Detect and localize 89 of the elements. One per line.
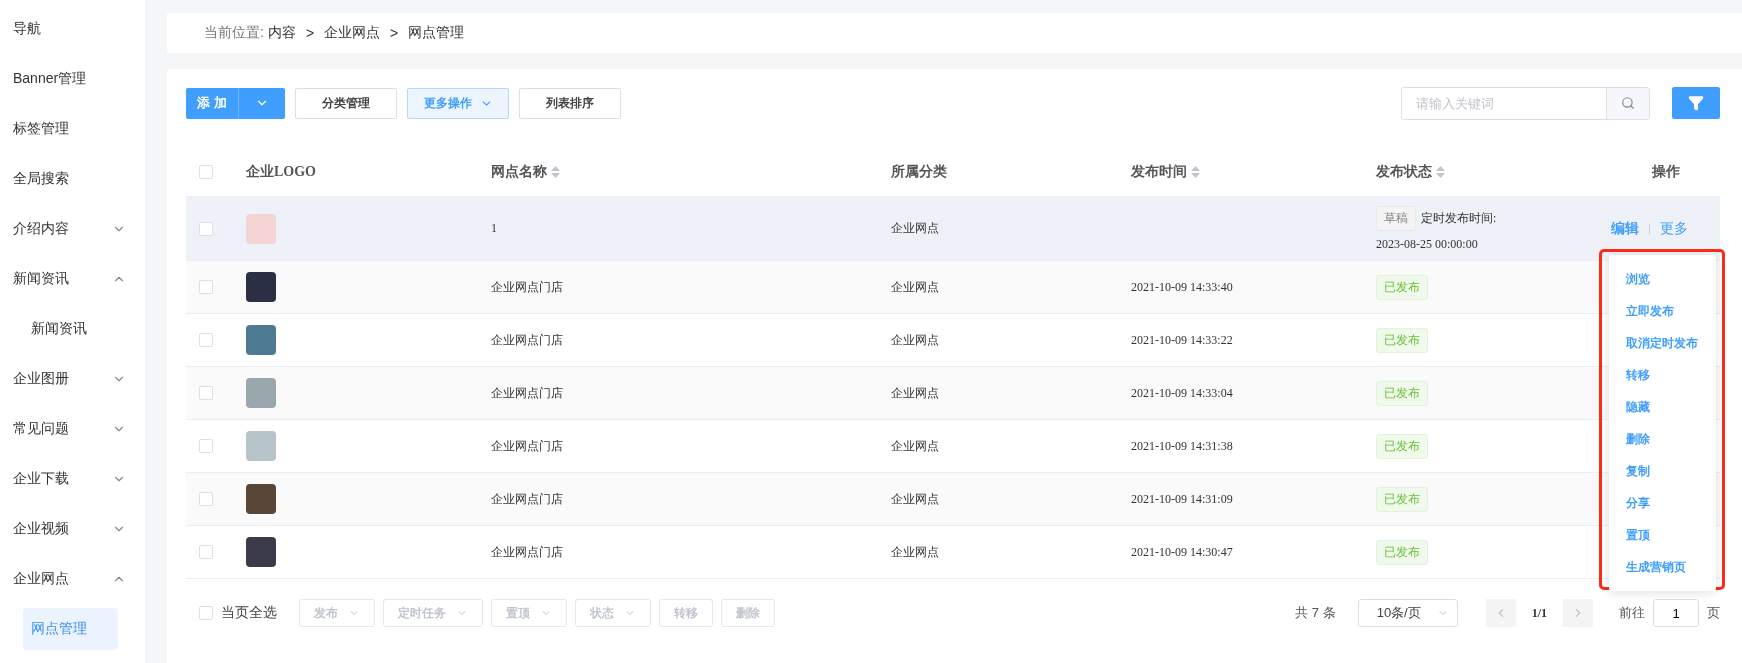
toolbar-button[interactable]: 列表排序 <box>519 87 621 119</box>
checkbox[interactable] <box>199 280 213 294</box>
column-header: 操作 <box>1650 162 1681 181</box>
photo-placeholder <box>246 378 276 408</box>
sidebar-item[interactable]: 导航 <box>0 4 146 54</box>
previous-page-button[interactable] <box>1485 599 1516 627</box>
table-cell: 2021-10-09 14:33:22 <box>1131 332 1233 348</box>
sidebar-item[interactable]: 新闻资讯 <box>0 254 146 304</box>
table-cell: 企业网点门店 <box>491 437 563 455</box>
page-input[interactable]: 1 <box>1653 599 1699 627</box>
table-cell: 企业网点 <box>891 331 939 349</box>
sidebar-item[interactable]: Banner管理 <box>0 54 146 104</box>
filter-icon <box>1688 95 1704 111</box>
status-tag: 草稿 <box>1376 205 1416 231</box>
sidebar-subitem[interactable]: 新闻资讯 <box>23 308 118 350</box>
toolbar-button[interactable]: 分类管理 <box>295 87 397 119</box>
sort-icon[interactable] <box>1191 165 1200 178</box>
column-header: 所属分类 <box>891 162 948 181</box>
page-unit-label: 页 <box>1707 604 1720 622</box>
status-tag: 已发布 <box>1376 433 1428 459</box>
checkbox[interactable] <box>199 545 213 559</box>
sidebar-item[interactable]: 企业下载 <box>0 454 146 504</box>
goto-label: 前往 <box>1619 604 1645 622</box>
photo-placeholder <box>246 484 276 514</box>
search-icon <box>1621 96 1635 110</box>
breadcrumb-item[interactable]: 企业网点 <box>324 24 381 42</box>
status-tag: 已发布 <box>1376 274 1428 300</box>
sidebar-item[interactable]: 企业网点 <box>0 554 146 604</box>
search-field[interactable]: 请输入关键词 <box>1401 86 1650 120</box>
table-cell: 企业网点门店 <box>491 384 563 402</box>
total-count: 共 7 条 <box>1295 604 1336 622</box>
sidebar-item[interactable]: 企业图册 <box>0 354 146 404</box>
sidebar-item[interactable]: 介绍内容 <box>0 204 146 254</box>
table-cell: 企业网点 <box>891 278 939 296</box>
status-tag: 已发布 <box>1376 486 1428 512</box>
table-cell: 企业网点 <box>891 543 939 561</box>
select-all-checkbox[interactable] <box>199 164 213 179</box>
column-header[interactable]: 网点名称 <box>491 162 891 181</box>
select-all-label: 当页全选 <box>221 604 277 622</box>
table-cell: 企业网点 <box>891 384 939 402</box>
status-tag: 已发布 <box>1376 539 1428 565</box>
sidebar-item[interactable]: 企业视频 <box>0 504 146 554</box>
checkbox[interactable] <box>199 492 213 506</box>
table-cell: 2021-10-09 14:31:09 <box>1131 491 1233 507</box>
table-cell: 企业网点门店 <box>491 278 563 296</box>
table-cell: 企业网点 <box>891 220 939 237</box>
sidebar-item[interactable]: 全局搜索 <box>0 154 146 204</box>
status-tag: 已发布 <box>1376 380 1428 406</box>
column-header[interactable]: 发布状态 <box>1376 162 1611 181</box>
checkbox[interactable] <box>199 333 213 347</box>
filter-button[interactable] <box>1672 87 1720 119</box>
table-cell: 企业网点门店 <box>491 331 563 349</box>
column-header[interactable]: 发布时间 <box>1131 162 1376 181</box>
sort-icon[interactable] <box>1436 165 1445 178</box>
table-cell: 企业网点门店 <box>491 543 563 561</box>
table-cell: 2021-10-09 14:30:47 <box>1131 544 1233 560</box>
table-cell: 企业网点 <box>891 490 939 508</box>
sidebar-item[interactable]: 常见问题 <box>0 404 146 454</box>
select-all-checkbox[interactable] <box>199 606 213 620</box>
breadcrumb-separator: > <box>305 25 315 41</box>
table-cell: 1 <box>491 221 497 236</box>
column-header: 企业LOGO <box>246 162 317 181</box>
next-page-button[interactable] <box>1563 599 1593 627</box>
page-size-select[interactable]: 10条/页 <box>1357 599 1458 627</box>
breadcrumb-item[interactable]: 内容 <box>267 24 296 42</box>
table-cell: 企业网点门店 <box>491 490 563 508</box>
sidebar-item[interactable]: 标签管理 <box>0 104 146 154</box>
table-cell: 企业网点 <box>891 437 939 455</box>
schedule-time: 2023-08-25 00:00:00 <box>1376 236 1479 252</box>
breadcrumb-separator: > <box>390 25 399 41</box>
sort-icon[interactable] <box>551 165 560 178</box>
add-dropdown-button[interactable] <box>239 87 285 119</box>
table-cell: 2021-10-09 14:33:40 <box>1131 279 1233 295</box>
photo-placeholder <box>246 272 276 302</box>
table-cell: 2021-10-09 14:33:04 <box>1131 385 1233 401</box>
schedule-label: 定时发布时间: <box>1421 209 1497 227</box>
checkbox[interactable] <box>199 439 213 453</box>
checkbox[interactable] <box>199 386 213 400</box>
breadcrumb-item[interactable]: 网点管理 <box>408 24 465 42</box>
status-tag: 已发布 <box>1376 327 1428 353</box>
table-cell: 2021-10-09 14:31:38 <box>1131 438 1233 454</box>
photo-placeholder <box>246 431 276 461</box>
checkbox[interactable] <box>199 221 213 236</box>
page-indicator: 1/1 <box>1531 605 1547 621</box>
photo-placeholder <box>246 325 276 355</box>
breadcrumb-label: 当前位置: <box>204 24 264 42</box>
photo-placeholder <box>246 537 276 567</box>
search-button[interactable] <box>1606 87 1649 119</box>
photo-placeholder <box>246 213 276 244</box>
